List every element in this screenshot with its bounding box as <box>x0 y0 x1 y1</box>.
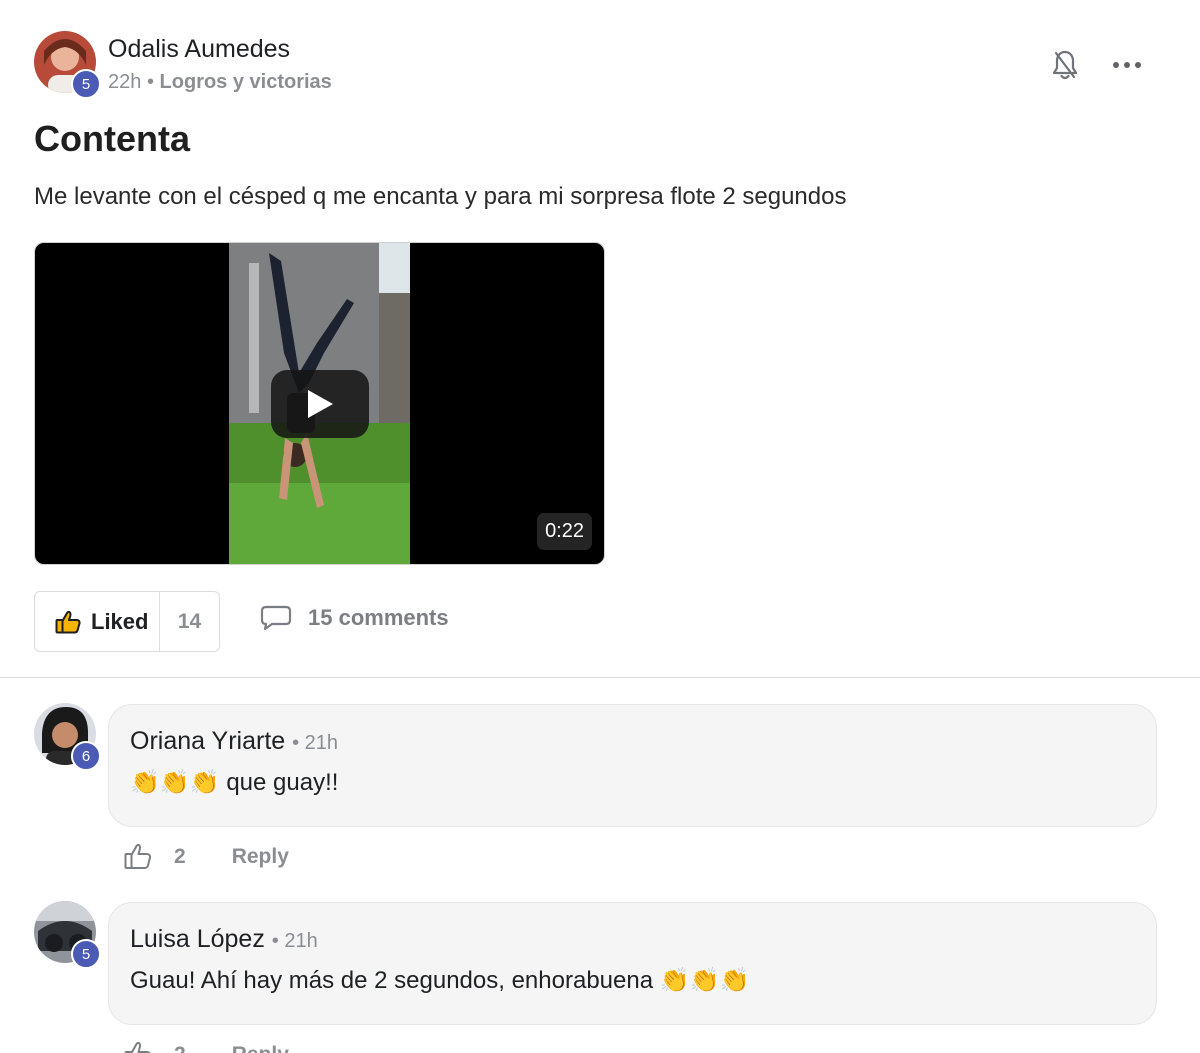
thumbs-up-icon <box>55 610 81 633</box>
comment: Oriana Yriarte • 21h 👏👏👏 que guay!! <box>108 704 1157 827</box>
meta-separator: • <box>146 71 154 93</box>
post-body: Me levante con el césped q me encanta y … <box>34 183 847 210</box>
bell-off-icon <box>1052 50 1078 80</box>
comment-actions: 2 Reply <box>124 843 289 870</box>
comment-text: Guau! Ahí hay más de 2 segundos, enhorab… <box>130 967 750 994</box>
like-control: Liked 14 <box>34 591 220 652</box>
post-meta: 22h • Logros y victorias <box>108 71 332 94</box>
thumbs-up-icon[interactable] <box>124 1041 152 1053</box>
comment-level-badge: 5 <box>71 939 101 969</box>
like-count[interactable]: 14 <box>160 610 219 634</box>
more-horizontal-icon <box>1113 62 1141 68</box>
comment-text: 👏👏👏 que guay!! <box>130 769 339 796</box>
comment-time: • 21h <box>271 930 318 952</box>
author-level-badge: 5 <box>71 69 101 99</box>
comment-author[interactable]: Oriana Yriarte <box>130 727 285 755</box>
play-icon <box>308 390 333 418</box>
notification-toggle-button[interactable] <box>1049 46 1081 84</box>
comment-actions: 2 Reply <box>124 1041 289 1053</box>
reply-button[interactable]: Reply <box>232 845 289 869</box>
comments-link[interactable]: 15 comments <box>260 605 449 631</box>
video-duration: 0:22 <box>537 513 592 550</box>
comment-like-count: 2 <box>174 844 186 868</box>
comments-count-label: 15 comments <box>308 605 449 630</box>
more-options-button[interactable] <box>1109 52 1145 78</box>
post-title: Contenta <box>34 118 190 159</box>
comment-author[interactable]: Luisa López <box>130 925 265 953</box>
like-label: Liked <box>91 608 149 634</box>
reply-button[interactable]: Reply <box>232 1043 289 1053</box>
comment-level-badge: 6 <box>71 741 101 771</box>
comment-header: Oriana Yriarte • 21h <box>130 727 338 756</box>
comment-header: Luisa López • 21h <box>130 925 318 954</box>
post-category[interactable]: Logros y victorias <box>160 71 332 93</box>
video-player[interactable]: 0:22 <box>34 242 605 565</box>
divider <box>0 677 1200 678</box>
comment-time: • 21h <box>292 732 339 754</box>
author-name[interactable]: Odalis Aumedes <box>108 35 290 64</box>
comment-icon <box>260 605 292 631</box>
thumbs-up-icon[interactable] <box>124 843 152 870</box>
comment: Luisa López • 21h Guau! Ahí hay más de 2… <box>108 902 1157 1025</box>
like-button[interactable]: Liked <box>35 592 160 651</box>
play-button[interactable] <box>271 370 369 438</box>
comment-like-count: 2 <box>174 1043 186 1053</box>
post-time: 22h <box>108 71 142 93</box>
